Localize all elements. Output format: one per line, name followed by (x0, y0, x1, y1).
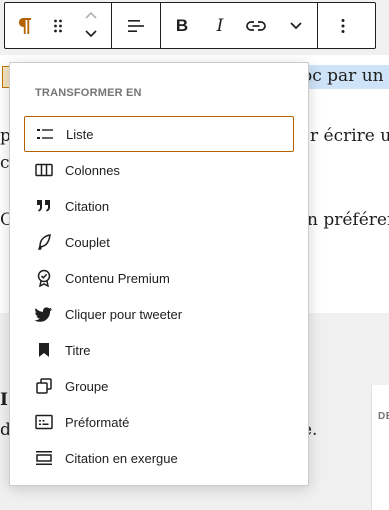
align-group (112, 3, 161, 48)
premium-badge-icon (35, 269, 53, 287)
quote-icon (35, 197, 53, 215)
block-options-button[interactable] (318, 3, 368, 48)
list-icon (36, 125, 54, 143)
menu-item-groupe[interactable]: Groupe (24, 368, 294, 404)
group-icon (35, 377, 53, 395)
block-movers (71, 3, 111, 48)
align-button[interactable] (112, 3, 160, 48)
italic-button[interactable]: I (203, 3, 237, 48)
chevron-up-icon (85, 11, 97, 19)
paragraph-text-end[interactable]: r écrire un (310, 126, 389, 146)
menu-item-label: Couplet (65, 234, 110, 250)
menu-item-preformate[interactable]: Préformaté (24, 404, 294, 440)
block-switcher-group (5, 3, 112, 48)
menu-item-label: Groupe (65, 378, 109, 394)
preformatted-icon (35, 413, 53, 431)
menu-item-label: Citation en exergue (65, 450, 178, 466)
link-icon (246, 20, 266, 32)
menu-item-label: Colonnes (65, 162, 120, 178)
link-button[interactable] (237, 3, 275, 48)
transform-menu: TRANSFORMER EN Liste Colonnes Citation C… (9, 62, 309, 486)
move-up-button[interactable] (84, 7, 98, 25)
format-group: B I (161, 3, 318, 48)
menu-item-couplet[interactable]: Couplet (24, 224, 294, 260)
drag-handle[interactable] (45, 3, 71, 48)
block-type-button[interactable] (5, 3, 45, 48)
menu-item-liste[interactable]: Liste (24, 116, 294, 152)
menu-item-label: Titre (65, 342, 91, 358)
feather-icon (35, 233, 53, 251)
block-toolbar: B I (4, 2, 376, 49)
drag-handle-icon (53, 18, 63, 34)
heading-text-start[interactable]: I (0, 390, 8, 410)
more-formats-button[interactable] (275, 3, 317, 48)
menu-item-citation-en-exergue[interactable]: Citation en exergue (24, 440, 294, 476)
menu-item-colonnes[interactable]: Colonnes (24, 152, 294, 188)
chevron-down-icon (85, 30, 97, 38)
menu-item-label: Cliquer pour tweeter (65, 306, 183, 322)
options-group (318, 3, 368, 48)
side-panel (371, 385, 389, 510)
menu-item-label: Citation (65, 198, 110, 214)
paragraph-icon (18, 17, 32, 35)
side-panel-label: DE (378, 411, 389, 422)
menu-item-contenu-premium[interactable]: Contenu Premium (24, 260, 294, 296)
align-left-icon (127, 19, 145, 33)
menu-item-citation[interactable]: Citation (24, 188, 294, 224)
move-down-button[interactable] (84, 26, 98, 44)
menu-item-label: Contenu Premium (65, 270, 170, 286)
menu-item-titre[interactable]: Titre (24, 332, 294, 368)
paragraph-selected-text[interactable]: oc par un a (302, 66, 389, 86)
bookmark-icon (35, 341, 53, 359)
chevron-down-icon (289, 21, 303, 31)
columns-icon (35, 161, 53, 179)
menu-item-cliquer-pour-tweeter[interactable]: Cliquer pour tweeter (24, 296, 294, 332)
more-vertical-icon (341, 18, 345, 34)
paragraph2-text-end[interactable]: n préférera (307, 210, 389, 230)
pullquote-icon (35, 449, 53, 467)
menu-item-label: Liste (66, 126, 94, 142)
menu-item-label: Préformaté (65, 414, 130, 430)
menu-heading: TRANSFORMER EN (35, 87, 142, 99)
twitter-icon (35, 305, 53, 323)
bold-button[interactable]: B (161, 3, 203, 48)
